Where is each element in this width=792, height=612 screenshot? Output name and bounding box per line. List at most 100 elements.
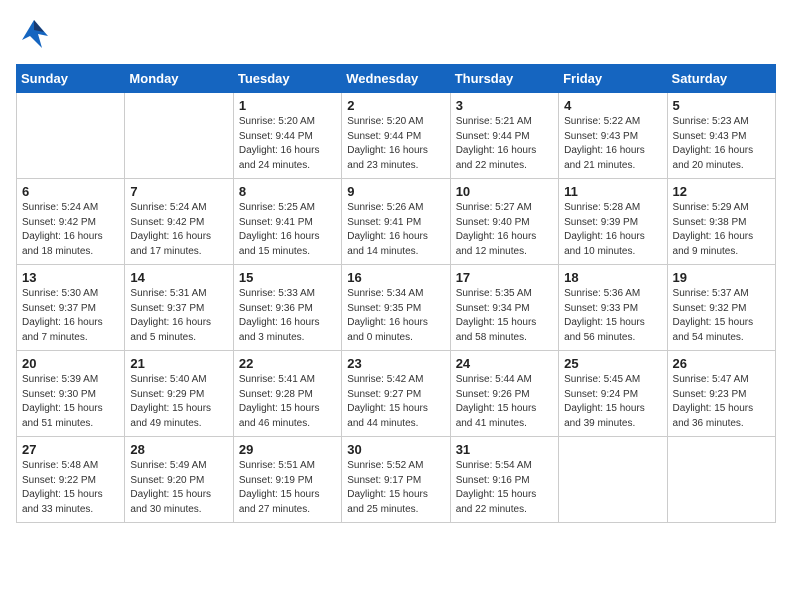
day-number: 13 <box>22 270 119 285</box>
day-number: 10 <box>456 184 553 199</box>
calendar-week-4: 20Sunrise: 5:39 AM Sunset: 9:30 PM Dayli… <box>17 351 776 437</box>
calendar-cell: 6Sunrise: 5:24 AM Sunset: 9:42 PM Daylig… <box>17 179 125 265</box>
day-number: 11 <box>564 184 661 199</box>
day-number: 20 <box>22 356 119 371</box>
calendar-cell: 30 Sunrise: 5:52 AM Sunset: 9:17 PM Dayli… <box>342 437 450 523</box>
calendar-cell: 24 Sunrise: 5:44 AM Sunset: 9:26 PM Dayli… <box>450 351 558 437</box>
day-detail: Sunrise: 5:27 AM Sunset: 9:40 PM Dayligh… <box>456 201 553 259</box>
day-number: 29 <box>239 442 336 457</box>
day-number: 9 <box>347 184 444 199</box>
day-number: 1 <box>239 98 336 113</box>
weekday-header-sunday: Sunday <box>17 65 125 93</box>
calendar-cell: 22 Sunrise: 5:41 AM Sunset: 9:28 PM Dayli… <box>233 351 341 437</box>
day-number: 31 <box>456 442 553 457</box>
calendar-cell: 15 Sunrise: 5:33 AM Sunset: 9:36 PM Dayli… <box>233 265 341 351</box>
day-detail: Sunrise: 5:37 AM Sunset: 9:32 PM Dayligh… <box>673 287 770 345</box>
calendar-cell: 23 Sunrise: 5:42 AM Sunset: 9:27 PM Dayli… <box>342 351 450 437</box>
calendar-table: SundayMondayTuesdayWednesdayThursdayFrid… <box>16 64 776 523</box>
day-detail: Sunrise: 5:41 AM Sunset: 9:28 PM Dayligh… <box>239 373 336 431</box>
calendar-cell <box>559 437 667 523</box>
day-detail: Sunrise: 5:47 AM Sunset: 9:23 PM Dayligh… <box>673 373 770 431</box>
calendar-header-row: SundayMondayTuesdayWednesdayThursdayFrid… <box>17 65 776 93</box>
calendar-cell: 8Sunrise: 5:25 AM Sunset: 9:41 PM Daylig… <box>233 179 341 265</box>
calendar-cell: 13 Sunrise: 5:30 AM Sunset: 9:37 PM Dayli… <box>17 265 125 351</box>
day-detail: Sunrise: 5:29 AM Sunset: 9:38 PM Dayligh… <box>673 201 770 259</box>
calendar-cell: 21 Sunrise: 5:40 AM Sunset: 9:29 PM Dayli… <box>125 351 233 437</box>
calendar-cell: 1 Sunrise: 5:20 AM Sunset: 9:44 PM Daylig… <box>233 93 341 179</box>
weekday-header-thursday: Thursday <box>450 65 558 93</box>
day-number: 4 <box>564 98 661 113</box>
day-number: 27 <box>22 442 119 457</box>
calendar-cell: 10 Sunrise: 5:27 AM Sunset: 9:40 PM Dayli… <box>450 179 558 265</box>
calendar-week-5: 27Sunrise: 5:48 AM Sunset: 9:22 PM Dayli… <box>17 437 776 523</box>
calendar-cell: 19 Sunrise: 5:37 AM Sunset: 9:32 PM Dayli… <box>667 265 775 351</box>
day-detail: Sunrise: 5:34 AM Sunset: 9:35 PM Dayligh… <box>347 287 444 345</box>
day-number: 21 <box>130 356 227 371</box>
day-detail: Sunrise: 5:51 AM Sunset: 9:19 PM Dayligh… <box>239 459 336 517</box>
day-detail: Sunrise: 5:33 AM Sunset: 9:36 PM Dayligh… <box>239 287 336 345</box>
day-number: 14 <box>130 270 227 285</box>
calendar-cell: 31 Sunrise: 5:54 AM Sunset: 9:16 PM Dayli… <box>450 437 558 523</box>
day-number: 3 <box>456 98 553 113</box>
day-detail: Sunrise: 5:36 AM Sunset: 9:33 PM Dayligh… <box>564 287 661 345</box>
calendar-week-1: 1 Sunrise: 5:20 AM Sunset: 9:44 PM Daylig… <box>17 93 776 179</box>
calendar-cell: 20Sunrise: 5:39 AM Sunset: 9:30 PM Dayli… <box>17 351 125 437</box>
day-detail: Sunrise: 5:21 AM Sunset: 9:44 PM Dayligh… <box>456 115 553 173</box>
day-number: 12 <box>673 184 770 199</box>
calendar-week-2: 6Sunrise: 5:24 AM Sunset: 9:42 PM Daylig… <box>17 179 776 265</box>
calendar-cell: 16Sunrise: 5:34 AM Sunset: 9:35 PM Dayli… <box>342 265 450 351</box>
day-detail: Sunrise: 5:52 AM Sunset: 9:17 PM Dayligh… <box>347 459 444 517</box>
page-header <box>16 16 776 52</box>
weekday-header-saturday: Saturday <box>667 65 775 93</box>
day-detail: Sunrise: 5:26 AM Sunset: 9:41 PM Dayligh… <box>347 201 444 259</box>
weekday-header-tuesday: Tuesday <box>233 65 341 93</box>
day-detail: Sunrise: 5:23 AM Sunset: 9:43 PM Dayligh… <box>673 115 770 173</box>
day-number: 24 <box>456 356 553 371</box>
day-number: 2 <box>347 98 444 113</box>
calendar-cell: 25 Sunrise: 5:45 AM Sunset: 9:24 PM Dayli… <box>559 351 667 437</box>
calendar-cell: 27Sunrise: 5:48 AM Sunset: 9:22 PM Dayli… <box>17 437 125 523</box>
day-detail: Sunrise: 5:24 AM Sunset: 9:42 PM Dayligh… <box>22 201 119 259</box>
day-detail: Sunrise: 5:22 AM Sunset: 9:43 PM Dayligh… <box>564 115 661 173</box>
day-detail: Sunrise: 5:42 AM Sunset: 9:27 PM Dayligh… <box>347 373 444 431</box>
day-number: 17 <box>456 270 553 285</box>
day-detail: Sunrise: 5:54 AM Sunset: 9:16 PM Dayligh… <box>456 459 553 517</box>
day-number: 5 <box>673 98 770 113</box>
calendar-cell: 3 Sunrise: 5:21 AM Sunset: 9:44 PM Daylig… <box>450 93 558 179</box>
day-detail: Sunrise: 5:28 AM Sunset: 9:39 PM Dayligh… <box>564 201 661 259</box>
calendar-cell: 7 Sunrise: 5:24 AM Sunset: 9:42 PM Daylig… <box>125 179 233 265</box>
calendar-cell <box>125 93 233 179</box>
day-detail: Sunrise: 5:20 AM Sunset: 9:44 PM Dayligh… <box>347 115 444 173</box>
day-number: 15 <box>239 270 336 285</box>
day-detail: Sunrise: 5:30 AM Sunset: 9:37 PM Dayligh… <box>22 287 119 345</box>
day-detail: Sunrise: 5:44 AM Sunset: 9:26 PM Dayligh… <box>456 373 553 431</box>
calendar-cell: 29 Sunrise: 5:51 AM Sunset: 9:19 PM Dayli… <box>233 437 341 523</box>
day-number: 30 <box>347 442 444 457</box>
calendar-cell: 4 Sunrise: 5:22 AM Sunset: 9:43 PM Daylig… <box>559 93 667 179</box>
day-number: 25 <box>564 356 661 371</box>
weekday-header-monday: Monday <box>125 65 233 93</box>
calendar-cell: 18 Sunrise: 5:36 AM Sunset: 9:33 PM Dayli… <box>559 265 667 351</box>
day-detail: Sunrise: 5:45 AM Sunset: 9:24 PM Dayligh… <box>564 373 661 431</box>
calendar-cell <box>667 437 775 523</box>
day-detail: Sunrise: 5:49 AM Sunset: 9:20 PM Dayligh… <box>130 459 227 517</box>
calendar-cell: 11 Sunrise: 5:28 AM Sunset: 9:39 PM Dayli… <box>559 179 667 265</box>
day-detail: Sunrise: 5:31 AM Sunset: 9:37 PM Dayligh… <box>130 287 227 345</box>
day-detail: Sunrise: 5:20 AM Sunset: 9:44 PM Dayligh… <box>239 115 336 173</box>
logo-icon <box>16 16 52 52</box>
day-number: 18 <box>564 270 661 285</box>
calendar-body: 1 Sunrise: 5:20 AM Sunset: 9:44 PM Daylig… <box>17 93 776 523</box>
calendar-cell: 26 Sunrise: 5:47 AM Sunset: 9:23 PM Dayli… <box>667 351 775 437</box>
day-number: 19 <box>673 270 770 285</box>
day-detail: Sunrise: 5:40 AM Sunset: 9:29 PM Dayligh… <box>130 373 227 431</box>
weekday-header-friday: Friday <box>559 65 667 93</box>
day-detail: Sunrise: 5:24 AM Sunset: 9:42 PM Dayligh… <box>130 201 227 259</box>
day-number: 7 <box>130 184 227 199</box>
day-number: 26 <box>673 356 770 371</box>
calendar-cell: 5 Sunrise: 5:23 AM Sunset: 9:43 PM Daylig… <box>667 93 775 179</box>
day-number: 23 <box>347 356 444 371</box>
calendar-cell: 28Sunrise: 5:49 AM Sunset: 9:20 PM Dayli… <box>125 437 233 523</box>
day-number: 22 <box>239 356 336 371</box>
calendar-cell: 17Sunrise: 5:35 AM Sunset: 9:34 PM Dayli… <box>450 265 558 351</box>
calendar-cell: 14 Sunrise: 5:31 AM Sunset: 9:37 PM Dayli… <box>125 265 233 351</box>
